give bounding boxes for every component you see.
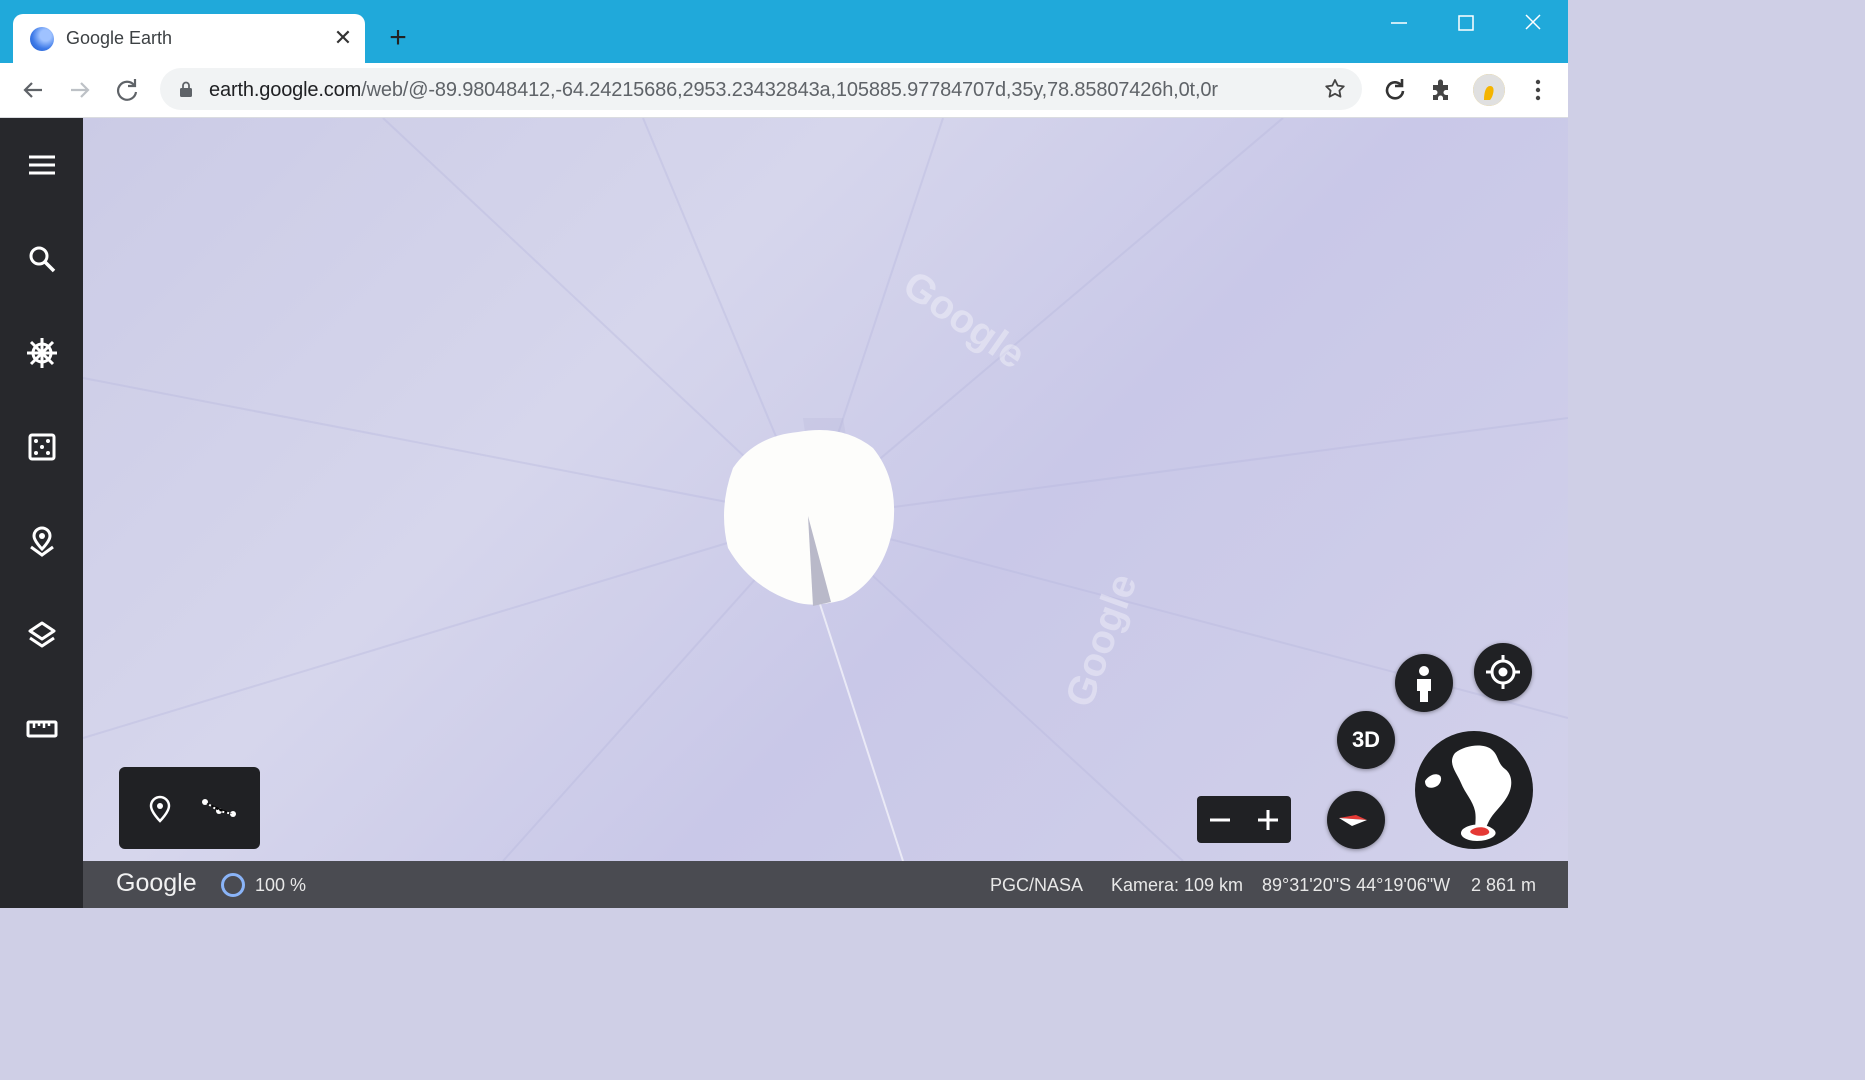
url-path: /web/@-89.98048412,-64.24215686,2953.234… xyxy=(361,79,1218,101)
load-percent: 100 % xyxy=(255,875,307,895)
earth-sidebar xyxy=(0,118,83,908)
extensions-puzzle-icon[interactable] xyxy=(1428,76,1456,104)
toggle-3d-button[interactable]: 3D xyxy=(1337,711,1395,769)
mini-globe[interactable] xyxy=(1415,731,1533,849)
google-logo: Google xyxy=(116,869,197,897)
data-attribution-link[interactable]: PGC/NASA xyxy=(990,875,1083,896)
profile-avatar[interactable] xyxy=(1473,74,1505,106)
ground-elevation: 2 861 m xyxy=(1471,875,1537,895)
loading-progress-ring-icon xyxy=(221,873,245,897)
close-tab-icon[interactable]: ✕ xyxy=(331,26,355,50)
reload-icon[interactable] xyxy=(112,75,142,105)
google-earth-favicon-icon xyxy=(30,27,54,51)
browser-toolbar: earth.google.com/web/@-89.98048412,-64.2… xyxy=(0,63,1568,118)
compass-needle-icon xyxy=(1339,815,1367,826)
tab-google-earth[interactable]: Google Earth ✕ xyxy=(13,14,365,63)
measure-ruler-icon[interactable] xyxy=(22,709,62,749)
my-location-button[interactable] xyxy=(1474,643,1532,701)
cursor-coordinates: 89°31'20"S 44°19'06"W xyxy=(1262,875,1451,895)
address-bar[interactable]: earth.google.com/web/@-89.98048412,-64.2… xyxy=(160,68,1362,110)
crosshair-location-icon xyxy=(1486,655,1520,689)
map-style-layers-icon[interactable] xyxy=(22,615,62,655)
minimize-window-icon[interactable] xyxy=(1384,10,1414,36)
extension-refresh-icon[interactable] xyxy=(1380,76,1408,104)
pegman-icon xyxy=(1417,666,1431,702)
browser-tab-bar: Google Earth ✕ + xyxy=(0,0,1568,63)
tab-title: Google Earth xyxy=(66,28,173,48)
projects-pin-icon[interactable] xyxy=(22,521,62,561)
zoom-controls xyxy=(1197,796,1291,843)
feeling-lucky-dice-icon[interactable] xyxy=(22,427,62,467)
browser-menu-icon[interactable] xyxy=(1524,76,1552,104)
url-host: earth.google.com xyxy=(209,79,362,101)
bookmark-star-icon[interactable] xyxy=(1323,77,1347,101)
close-window-icon[interactable] xyxy=(1518,10,1548,36)
back-arrow-icon[interactable] xyxy=(18,75,48,105)
lock-icon[interactable] xyxy=(177,80,195,98)
drawing-tools-panel xyxy=(119,767,260,849)
add-path-icon[interactable] xyxy=(201,795,237,821)
zoom-in-icon[interactable] xyxy=(1255,807,1281,833)
voyager-wheel-icon[interactable] xyxy=(22,333,62,373)
globe-south-america-icon xyxy=(1425,745,1512,841)
url-text[interactable]: earth.google.com/web/@-89.98048412,-64.2… xyxy=(209,79,1218,102)
compass-button[interactable] xyxy=(1327,791,1385,849)
profile-figure-icon xyxy=(1473,74,1505,106)
forward-arrow-icon[interactable] xyxy=(65,75,95,105)
camera-altitude: Kamera: 109 km xyxy=(1111,875,1244,895)
hamburger-menu-icon[interactable] xyxy=(22,145,62,185)
street-view-pegman-button[interactable] xyxy=(1395,654,1453,712)
maximize-window-icon[interactable] xyxy=(1451,10,1481,36)
status-bar: Google 100 % PGC/NASA Kamera: 109 km 89°… xyxy=(83,861,1568,908)
add-placemark-icon[interactable] xyxy=(145,792,175,824)
search-icon[interactable] xyxy=(22,239,62,279)
zoom-out-icon[interactable] xyxy=(1207,807,1233,833)
new-tab-button[interactable]: + xyxy=(383,23,413,54)
